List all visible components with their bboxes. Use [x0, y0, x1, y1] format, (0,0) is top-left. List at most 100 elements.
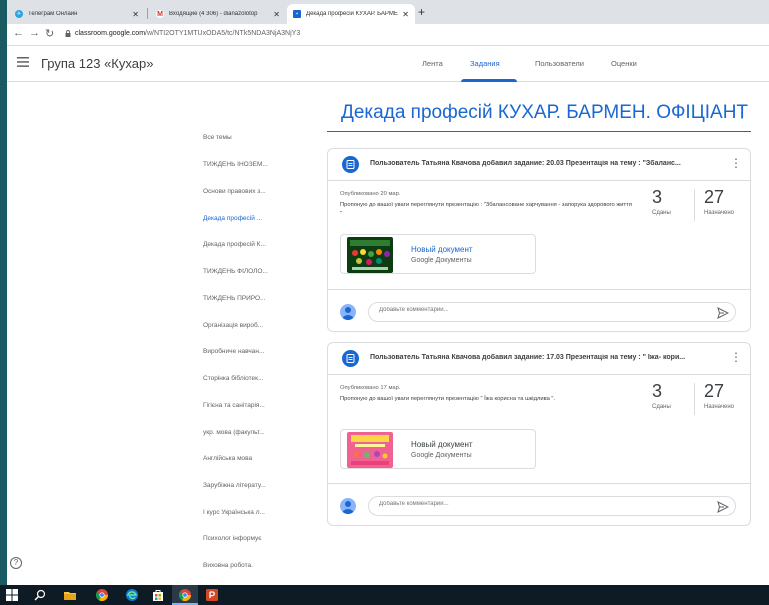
- submitted-stat[interactable]: 3 Сданы: [652, 187, 671, 216]
- edge-icon[interactable]: [126, 589, 138, 601]
- close-tab-icon[interactable]: ✕: [273, 10, 280, 19]
- comment-input[interactable]: [379, 501, 699, 507]
- assigned-count: 27: [704, 187, 725, 207]
- back-arrow-icon[interactable]: ←: [13, 27, 24, 39]
- file-explorer-icon[interactable]: [64, 589, 76, 601]
- url-host: classroom.google.com: [75, 30, 146, 37]
- search-icon[interactable]: [34, 589, 46, 601]
- assignment-description: Пропоную до вашої уваги переглянути през…: [340, 396, 556, 402]
- address-bar: ← → ↻ classroom.google.com/w/NTI2OTY1MTU…: [7, 24, 769, 46]
- submitted-stat[interactable]: 3 Сданы: [652, 381, 671, 410]
- topic-item[interactable]: Сторінка бібліотек...: [203, 375, 293, 382]
- assignment-header[interactable]: Пользователь Татьяна Квачова добавил зад…: [328, 149, 750, 181]
- assignment-icon: [342, 156, 359, 173]
- topic-item-active[interactable]: Декада професій ...: [203, 215, 293, 222]
- assigned-label: Назначено: [704, 210, 734, 216]
- topic-item[interactable]: ТИЖДЕНЬ ФІЛОЛО...: [203, 268, 293, 275]
- posted-date: Опубликовано 20 мар.: [340, 191, 401, 197]
- topic-item[interactable]: Психолог інформує: [203, 535, 293, 542]
- topic-item[interactable]: І курс Українська л...: [203, 509, 293, 516]
- new-tab-button[interactable]: +: [418, 5, 425, 19]
- topic-item[interactable]: Зарубіжна літерату...: [203, 482, 293, 489]
- lock-icon: [65, 30, 71, 37]
- tab-title: Входящие (4 306) - dianazolotop: [169, 11, 258, 17]
- windows-start-icon[interactable]: [6, 589, 18, 601]
- tab-stream[interactable]: Лента: [422, 59, 443, 68]
- stat-divider: [694, 383, 695, 415]
- avatar: [340, 498, 356, 514]
- comment-bar: [328, 289, 750, 331]
- assignment-header[interactable]: Пользователь Татьяна Квачова добавил зад…: [328, 343, 750, 375]
- tab-people[interactable]: Пользователи: [535, 59, 584, 68]
- comment-input[interactable]: [379, 307, 699, 313]
- topic-title: Декада професій КУХАР. БАРМЕН. ОФІЦІАНТ: [341, 102, 749, 123]
- close-tab-icon[interactable]: ✕: [132, 10, 139, 19]
- forward-arrow-icon[interactable]: →: [29, 27, 40, 39]
- tab-classwork[interactable]: Задания: [470, 59, 500, 68]
- active-tab-indicator: [461, 79, 517, 82]
- topic-item[interactable]: Все темы: [203, 134, 293, 141]
- more-vert-icon[interactable]: ⋮: [735, 104, 749, 121]
- tab-gmail[interactable]: M Входящие (4 306) - dianazolotop ✕: [150, 4, 286, 24]
- tab-title: Телеграм Онлайн: [28, 11, 78, 17]
- hamburger-menu-icon[interactable]: [17, 57, 29, 67]
- comment-input-box: [368, 496, 736, 516]
- topic-item[interactable]: ТИЖДЕНЬ ІНОЗЕМ...: [203, 161, 293, 168]
- tab-strip: ✈ Телеграм Онлайн ✕ M Входящие (4 306) -…: [7, 0, 769, 24]
- attachment-title: Новый документ: [411, 245, 473, 254]
- tab-telegram[interactable]: ✈ Телеграм Онлайн ✕: [9, 4, 145, 24]
- submitted-count: 3: [652, 187, 663, 207]
- attachment-title: Новый документ: [411, 440, 473, 449]
- browser-window: ✈ Телеграм Онлайн ✕ M Входящие (4 306) -…: [7, 0, 769, 605]
- comment-bar: [328, 483, 750, 525]
- topic-item[interactable]: Гігієна та санітарія...: [203, 402, 293, 409]
- classroom-icon: ▪: [293, 10, 301, 18]
- document-thumbnail: [347, 432, 393, 468]
- app-header: Група 123 «Кухар» Лента Задания Пользова…: [7, 46, 769, 82]
- topic-item[interactable]: Декада професій К...: [203, 241, 293, 248]
- assigned-stat[interactable]: 27 Назначено: [704, 187, 734, 216]
- assignment-title[interactable]: Пользователь Татьяна Квачова добавил зад…: [370, 354, 716, 361]
- assignment-title[interactable]: Пользователь Татьяна Квачова добавил зад…: [370, 160, 716, 167]
- reload-icon[interactable]: ↻: [45, 27, 54, 40]
- topic-item[interactable]: ТИЖДЕНЬ ПРИРО...: [203, 295, 293, 302]
- topic-item[interactable]: Організація вироб...: [203, 322, 293, 329]
- topic-item[interactable]: Виробниче навчан...: [203, 348, 293, 355]
- powerpoint-icon[interactable]: [206, 589, 218, 601]
- topic-item[interactable]: Основи правових з...: [203, 188, 293, 195]
- more-vert-icon[interactable]: ⋮: [730, 156, 742, 170]
- submitted-label: Сданы: [652, 404, 671, 410]
- document-thumbnail: [347, 237, 393, 273]
- chrome-active-icon[interactable]: [179, 589, 191, 601]
- url-field[interactable]: classroom.google.com/w/NTI2OTY1MTUxODA5/…: [75, 30, 300, 37]
- more-vert-icon[interactable]: ⋮: [730, 350, 742, 364]
- class-name[interactable]: Група 123 «Кухар»: [41, 56, 153, 71]
- attachment-card[interactable]: Новый документ Google Документы: [340, 234, 536, 274]
- taskbar: [0, 585, 769, 605]
- help-icon[interactable]: ?: [10, 557, 22, 569]
- avatar: [340, 304, 356, 320]
- tab-grades[interactable]: Оценки: [611, 59, 637, 68]
- topic-item[interactable]: Виховна робота.: [203, 562, 293, 569]
- topic-item[interactable]: Англійська мова: [203, 455, 293, 462]
- topic-divider: [327, 131, 751, 132]
- send-icon[interactable]: [717, 501, 729, 513]
- assigned-stat[interactable]: 27 Назначено: [704, 381, 734, 410]
- tab-separator: [147, 8, 148, 19]
- attachment-card[interactable]: Новый документ Google Документы: [340, 429, 536, 469]
- send-icon[interactable]: [717, 307, 729, 319]
- store-icon[interactable]: [152, 589, 164, 601]
- attachment-subtitle: Google Документы: [411, 257, 472, 264]
- posted-date: Опубликовано 17 мар.: [340, 385, 401, 391]
- chrome-icon[interactable]: [96, 589, 108, 601]
- submitted-label: Сданы: [652, 210, 671, 216]
- assignment-card: Пользователь Татьяна Квачова добавил зад…: [327, 342, 751, 526]
- assignment-icon: [342, 350, 359, 367]
- tab-classroom[interactable]: ▪ Декада професій КУХАР. БАРМЕ ✕: [287, 4, 415, 24]
- close-tab-icon[interactable]: ✕: [402, 10, 409, 19]
- stat-divider: [694, 189, 695, 221]
- topic-item[interactable]: укр. мова (факульт...: [203, 429, 293, 436]
- url-path: /w/NTI2OTY1MTUxODA5/tc/NTk5NDA3NjA3NjY3: [145, 30, 301, 37]
- gmail-icon: M: [156, 10, 164, 18]
- assigned-label: Назначено: [704, 404, 734, 410]
